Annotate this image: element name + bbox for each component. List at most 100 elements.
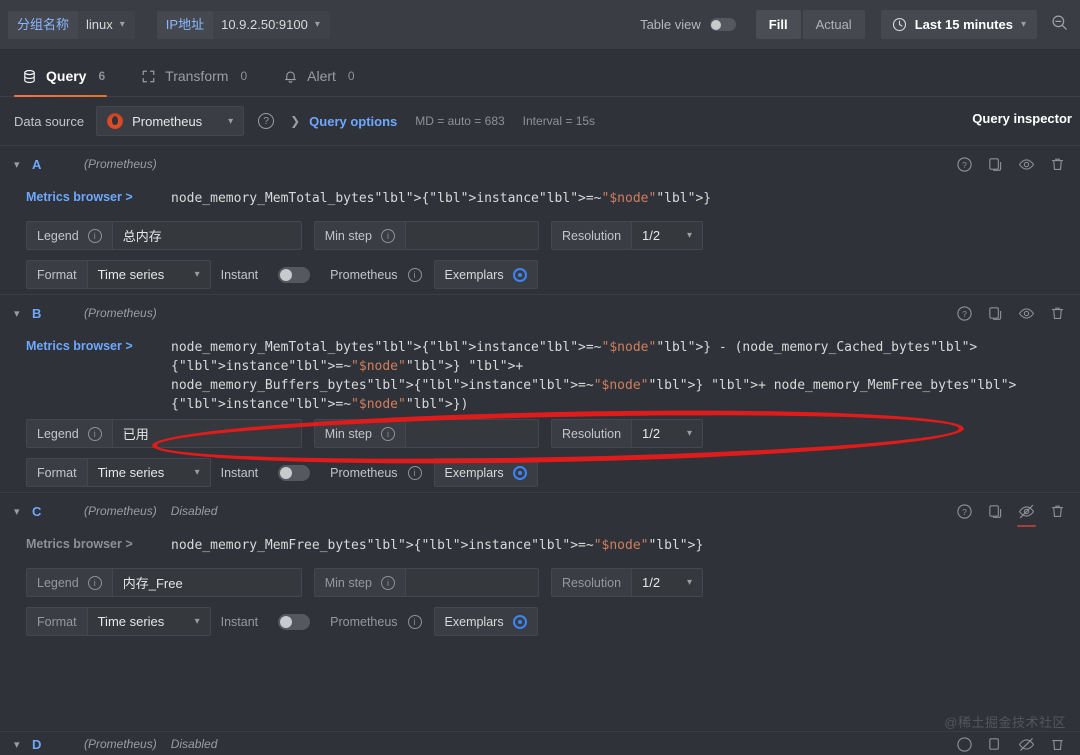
interval-text: Interval = 15s (522, 114, 596, 128)
actual-button[interactable]: Actual (802, 10, 865, 39)
format-select-A[interactable]: Time series ▾ (86, 260, 211, 289)
delete-query-icon[interactable] (1049, 156, 1066, 173)
delete-query-icon[interactable] (1049, 503, 1066, 520)
top-toolbar: 分组名称 linux ▾ IP地址 10.9.2.50:9100 ▾ Table… (0, 0, 1080, 50)
exemplars-toggle-A[interactable]: Exemplars (433, 260, 538, 289)
chevron-down-icon: ▾ (194, 269, 200, 280)
resolution-select-A[interactable]: 1/2 ▾ (631, 221, 704, 250)
info-icon[interactable]: i (380, 228, 395, 243)
chevron-down-icon[interactable]: ▾ (14, 738, 32, 751)
delete-query-icon[interactable] (1049, 736, 1066, 753)
exemplars-datasource-label-C: Prometheus (330, 614, 398, 629)
legend-input-C[interactable]: 内存_Free (111, 568, 302, 597)
grafana-panel-editor: 分组名称 linux ▾ IP地址 10.9.2.50:9100 ▾ Table… (0, 0, 1080, 755)
help-icon[interactable] (956, 736, 973, 753)
tab-query[interactable]: Query 6 (14, 68, 121, 97)
help-icon[interactable]: ? (956, 305, 973, 322)
legend-label-B-text: Legend (37, 426, 79, 441)
tab-transform[interactable]: Transform 0 (133, 68, 263, 96)
toggle-visibility-icon[interactable] (1018, 305, 1035, 322)
chevron-down-icon[interactable]: ▾ (14, 505, 32, 518)
table-view-toggle[interactable] (709, 18, 736, 31)
info-icon[interactable]: i (380, 575, 395, 590)
format-select-B[interactable]: Time series ▾ (86, 458, 211, 487)
metrics-browser-B[interactable]: Metrics browser > (26, 331, 171, 353)
resolution-select-B[interactable]: 1/2 ▾ (631, 419, 704, 448)
resolution-select-C[interactable]: 1/2 ▾ (631, 568, 704, 597)
query-row-B-id[interactable]: B (32, 306, 84, 321)
delete-query-icon[interactable] (1049, 305, 1066, 322)
duplicate-query-icon[interactable] (987, 305, 1004, 322)
query-row-A-datasource: (Prometheus) (84, 157, 157, 171)
query-inspector-button[interactable]: Query inspector (972, 111, 1072, 126)
chevron-right-icon: > (125, 339, 133, 353)
format-select-C[interactable]: Time series ▾ (86, 607, 211, 636)
instant-toggle-C[interactable] (278, 613, 311, 630)
tab-alert[interactable]: Alert 0 (275, 68, 370, 96)
chevron-right-icon[interactable]: ❯ (290, 114, 300, 128)
query-row-B: ▾ B (Prometheus) ? Metrics browser > nod… (0, 294, 1080, 492)
query-row-C-header[interactable]: ▾ C (Prometheus) Disabled ? (0, 493, 1080, 529)
tab-alert-label: Alert (307, 68, 336, 84)
info-icon[interactable]: i (87, 228, 102, 243)
legend-input-A[interactable]: 总内存 (111, 221, 302, 250)
time-range-picker[interactable]: Last 15 minutes ▾ (880, 10, 1037, 39)
datasource-picker[interactable]: Prometheus ▾ (96, 106, 245, 136)
info-icon[interactable]: i (407, 267, 422, 282)
legend-label-B: Legend i (26, 419, 112, 448)
fill-button[interactable]: Fill (755, 10, 801, 39)
exemplars-toggle-C[interactable]: Exemplars (433, 607, 538, 636)
duplicate-query-icon[interactable] (987, 736, 1004, 753)
min-step-input-B[interactable] (404, 419, 539, 448)
instant-toggle-B[interactable] (278, 464, 311, 481)
legend-input-B[interactable]: 已用 (111, 419, 302, 448)
query-row-D-header[interactable]: ▾ D (Prometheus) Disabled (0, 732, 1080, 755)
toggle-visibility-icon[interactable] (1018, 156, 1035, 173)
legend-label-A-text: Legend (37, 228, 79, 243)
min-step-label-A-text: Min step (324, 228, 372, 243)
min-step-label-B-text: Min step (324, 426, 372, 441)
zoom-out-button[interactable] (1051, 14, 1068, 36)
editor-tabs: Query 6 Transform 0 Alert 0 (0, 50, 1080, 97)
duplicate-query-icon[interactable] (987, 156, 1004, 173)
chevron-down-icon[interactable]: ▾ (14, 307, 32, 320)
info-icon[interactable]: i (380, 426, 395, 441)
query-row-B-header[interactable]: ▾ B (Prometheus) ? (0, 295, 1080, 331)
info-icon[interactable]: i (87, 575, 102, 590)
variable-value-group[interactable]: linux ▾ (78, 10, 135, 39)
svg-text:?: ? (962, 159, 967, 169)
chevron-down-icon[interactable]: ▾ (14, 158, 32, 171)
chevron-down-icon: ▾ (687, 230, 693, 241)
min-step-input-A[interactable] (404, 221, 539, 250)
query-row-D-id[interactable]: D (32, 737, 84, 752)
min-step-label-C: Min step i (313, 568, 405, 597)
metrics-browser-C[interactable]: Metrics browser > (26, 529, 171, 551)
metrics-browser-A[interactable]: Metrics browser > (26, 182, 171, 204)
help-icon[interactable]: ? (956, 503, 973, 520)
query-row-A-expression[interactable]: node_memory_MemTotal_bytes"lbl">{"lbl">i… (171, 182, 711, 208)
help-circle-icon[interactable]: ? (258, 113, 275, 129)
duplicate-query-icon[interactable] (987, 503, 1004, 520)
info-icon[interactable]: i (407, 614, 422, 629)
query-row-D-actions (956, 736, 1066, 753)
template-variable-group[interactable]: 分组名称 linux ▾ (8, 10, 135, 39)
query-row-C-id[interactable]: C (32, 504, 84, 519)
chevron-right-icon: > (125, 190, 133, 204)
variable-value-ip[interactable]: 10.9.2.50:9100 ▾ (213, 10, 330, 39)
watermark: @稀土掘金技术社区 (944, 715, 1066, 730)
min-step-input-C[interactable] (404, 568, 539, 597)
query-row-A-header[interactable]: ▾ A (Prometheus) ? (0, 146, 1080, 182)
template-variable-ip[interactable]: IP地址 10.9.2.50:9100 ▾ (156, 10, 330, 39)
query-row-C-expression[interactable]: node_memory_MemFree_bytes"lbl">{"lbl">in… (171, 529, 703, 555)
query-row-A-id[interactable]: A (32, 157, 84, 172)
format-value-C: Time series (97, 614, 165, 629)
exemplars-toggle-B[interactable]: Exemplars (433, 458, 538, 487)
toggle-visibility-icon[interactable] (1017, 503, 1036, 527)
query-options-toggle[interactable]: Query options (309, 114, 397, 129)
help-icon[interactable]: ? (956, 156, 973, 173)
toggle-visibility-icon[interactable] (1018, 736, 1035, 753)
info-icon[interactable]: i (87, 426, 102, 441)
info-icon[interactable]: i (407, 465, 422, 480)
instant-toggle-A[interactable] (278, 266, 311, 283)
query-row-B-expression[interactable]: node_memory_MemTotal_bytes"lbl">{"lbl">i… (171, 331, 1066, 414)
